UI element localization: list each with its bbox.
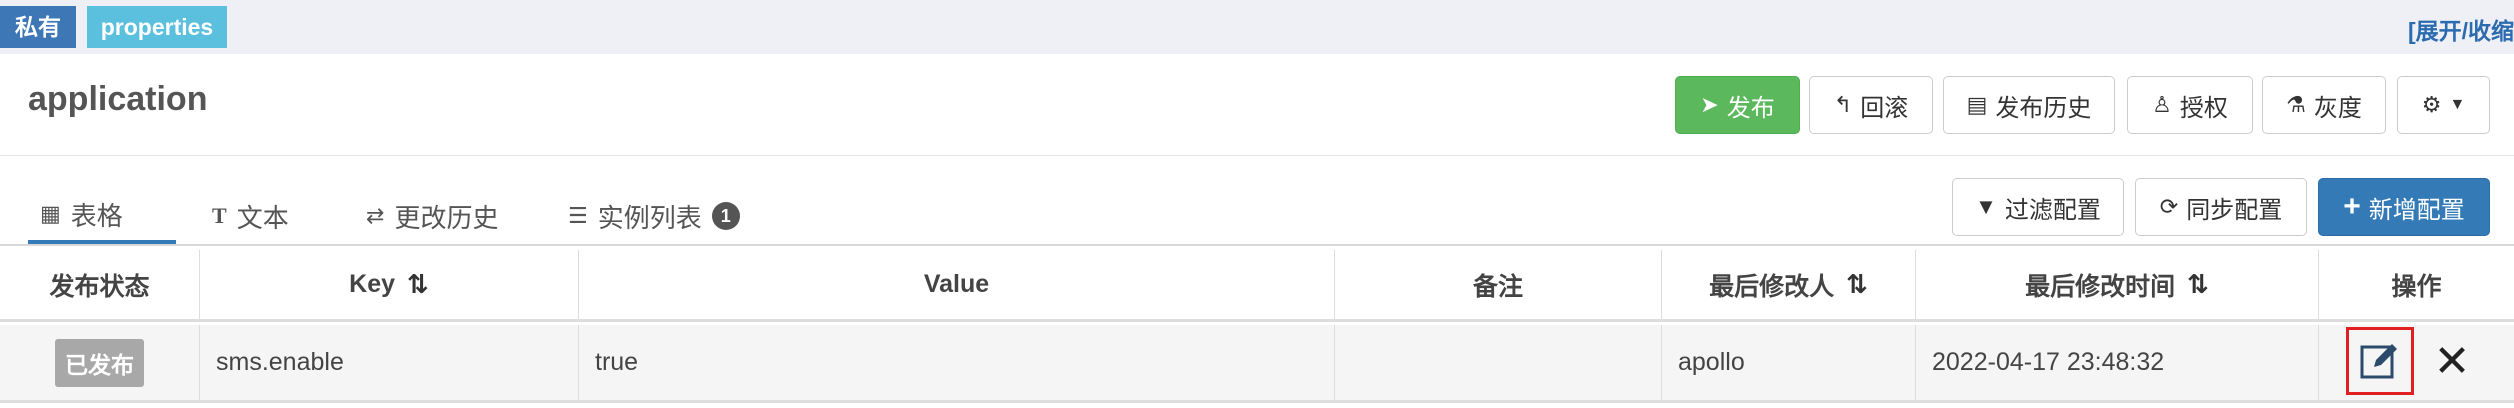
- edit-icon: [2360, 344, 2397, 379]
- edit-button[interactable]: [2346, 327, 2414, 395]
- col-modifier-label: 最后修改人: [1709, 272, 1835, 301]
- rollback-button[interactable]: ↰ 回滚: [1809, 76, 1933, 134]
- cell-comment: [1335, 325, 1662, 400]
- table-row: 已发布 sms.enable true apollo 2022-04-17 23…: [0, 325, 2514, 403]
- col-modifier[interactable]: 最后修改人 ⇅: [1662, 250, 1916, 319]
- cell-value: true: [579, 325, 1335, 400]
- close-icon: ✕: [2433, 336, 2471, 386]
- tab-table[interactable]: ▦ 表格: [28, 188, 176, 244]
- tab-instance-list[interactable]: ☰ 实例列表 1: [556, 188, 752, 244]
- expand-collapse-link[interactable]: [展开/收缩: [2408, 12, 2514, 46]
- format-tag: properties: [87, 6, 227, 48]
- col-actions-label: 操作: [2391, 272, 2442, 301]
- namespace-topbar: 私有 properties [展开/收缩: [0, 0, 2514, 54]
- config-table: 发布状态 Key ⇅ Value 备注 最后修改人 ⇅ 最后修改时间 ⇅ 操作 …: [0, 246, 2514, 408]
- filter-config-button[interactable]: ▼ 过滤配置: [1952, 178, 2124, 236]
- col-modified-time[interactable]: 最后修改时间 ⇅: [1916, 250, 2319, 319]
- publish-history-button[interactable]: ▤ 发布历史: [1943, 76, 2115, 134]
- gray-release-button[interactable]: ⚗ 灰度: [2262, 76, 2386, 134]
- instance-count-badge: 1: [711, 202, 740, 230]
- plus-icon: +: [2343, 190, 2361, 223]
- status-badge: 已发布: [55, 338, 144, 387]
- col-actions: 操作: [2319, 250, 2514, 319]
- calendar-icon: ▤: [1966, 92, 1988, 117]
- tab-text-label: 文本: [236, 202, 289, 233]
- rollback-icon: ↰: [1833, 92, 1853, 117]
- gray-release-label: 灰度: [2313, 94, 2362, 122]
- col-modified-time-label: 最后修改时间: [2025, 272, 2176, 301]
- cell-modifier: apollo: [1662, 325, 1916, 400]
- namespace-title: application: [28, 80, 208, 118]
- instance-list-icon: ☰: [568, 203, 588, 228]
- authorize-label: 授权: [2179, 94, 2228, 122]
- history-icon: ⇄: [366, 203, 385, 228]
- publish-label: 发布: [1726, 94, 1775, 122]
- settings-dropdown-button[interactable]: ⚙ ▼: [2397, 76, 2490, 134]
- tab-change-history[interactable]: ⇄ 更改历史: [354, 188, 510, 244]
- tab-text[interactable]: T 文本: [200, 188, 301, 244]
- sync-config-button[interactable]: ⟳ 同步配置: [2135, 178, 2307, 236]
- authorize-button[interactable]: ♙ 授权: [2127, 76, 2253, 134]
- delete-button[interactable]: ✕: [2424, 333, 2480, 389]
- col-key-label: Key: [349, 270, 396, 298]
- sync-config-label: 同步配置: [2186, 196, 2283, 224]
- flask-icon: ⚗: [2286, 92, 2306, 117]
- sort-icon[interactable]: ⇅: [2187, 269, 2209, 300]
- private-tag: 私有: [0, 6, 76, 48]
- namespace-header: application ➤ 发布 ↰ 回滚 ▤ 发布历史 ♙ 授权 ⚗ 灰度 ⚙…: [0, 54, 2514, 156]
- caret-down-icon: ▼: [2449, 96, 2466, 113]
- col-value: Value: [579, 250, 1335, 319]
- refresh-icon: ⟳: [2159, 194, 2179, 219]
- send-icon: ➤: [1700, 92, 1719, 117]
- publish-history-label: 发布历史: [1995, 94, 2092, 122]
- cell-status: 已发布: [0, 325, 200, 400]
- table-icon: ▦: [40, 201, 61, 226]
- add-config-label: 新增配置: [2368, 196, 2465, 224]
- add-config-button[interactable]: + 新增配置: [2318, 178, 2490, 236]
- col-value-label: Value: [923, 270, 990, 298]
- user-icon: ♙: [2152, 92, 2172, 117]
- col-status-label: 发布状态: [49, 272, 150, 301]
- col-comment: 备注: [1335, 250, 1662, 319]
- sort-icon[interactable]: ⇅: [1846, 269, 1868, 300]
- tab-table-label: 表格: [70, 200, 123, 231]
- filter-config-label: 过滤配置: [2004, 196, 2101, 224]
- publish-button[interactable]: ➤ 发布: [1675, 76, 1800, 134]
- table-header: 发布状态 Key ⇅ Value 备注 最后修改人 ⇅ 最后修改时间 ⇅ 操作: [0, 250, 2514, 322]
- cell-key: sms.enable: [200, 325, 579, 400]
- rollback-label: 回滚: [1860, 94, 1909, 122]
- col-key[interactable]: Key ⇅: [200, 250, 579, 319]
- tab-instance-list-label: 实例列表: [597, 202, 702, 233]
- text-icon: T: [212, 203, 227, 228]
- cell-modified-time: 2022-04-17 23:48:32: [1916, 325, 2319, 400]
- sort-icon[interactable]: ⇅: [407, 269, 429, 300]
- filter-icon: ▼: [1975, 194, 1997, 219]
- view-tabs: ▦ 表格 T 文本 ⇄ 更改历史 ☰ 实例列表 1 ▼ 过滤配置 ⟳ 同步配置 …: [0, 156, 2514, 246]
- col-comment-label: 备注: [1472, 272, 1523, 301]
- col-status: 发布状态: [0, 250, 200, 319]
- gear-icon: ⚙: [2421, 92, 2442, 117]
- tab-change-history-label: 更改历史: [394, 202, 499, 233]
